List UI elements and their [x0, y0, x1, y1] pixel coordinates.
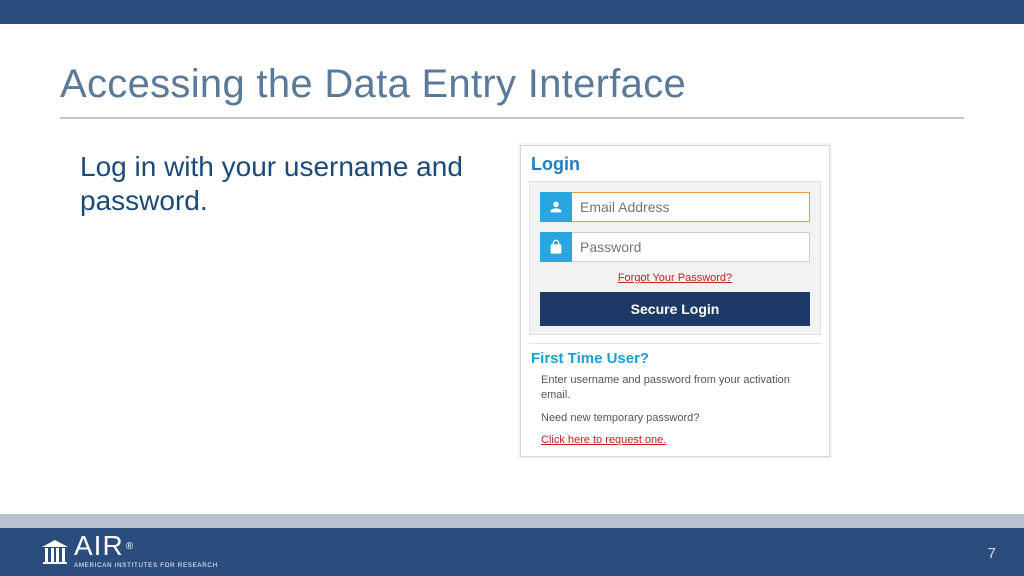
- request-password-link[interactable]: Click here to request one.: [541, 434, 666, 446]
- first-time-user-text-2: Need new temporary password?: [541, 411, 815, 426]
- login-heading: Login: [521, 146, 829, 181]
- registered-mark: ®: [126, 541, 133, 552]
- page-number: 7: [988, 545, 996, 562]
- first-time-user-text-1: Enter username and password from your ac…: [541, 373, 815, 403]
- user-icon: [540, 192, 572, 222]
- footer: AIR® AMERICAN INSTITUTES FOR RESEARCH 7: [0, 528, 1024, 576]
- forgot-password-link[interactable]: Forgot Your Password?: [618, 272, 732, 284]
- instruction-text: Log in with your username and password.: [80, 150, 480, 217]
- top-bar: [0, 0, 1024, 24]
- brand-tagline: AMERICAN INSTITUTES FOR RESEARCH: [74, 562, 218, 569]
- brand-logo: AIR® AMERICAN INSTITUTES FOR RESEARCH: [42, 535, 218, 569]
- password-input[interactable]: [572, 232, 810, 262]
- lock-icon: [540, 232, 572, 262]
- login-form: Forgot Your Password? Secure Login: [529, 181, 821, 335]
- secure-login-button[interactable]: Secure Login: [540, 292, 810, 326]
- brand-name: AIR: [74, 530, 124, 561]
- email-field-row: [540, 192, 810, 222]
- forgot-password-row: Forgot Your Password?: [540, 272, 810, 284]
- slide: Accessing the Data Entry Interface Log i…: [0, 0, 1024, 576]
- request-password-row: Click here to request one.: [541, 434, 815, 446]
- login-panel: Login Forgot Your Password? Secure Login…: [520, 145, 830, 457]
- building-icon: [42, 540, 68, 564]
- first-time-user-section: First Time User? Enter username and pass…: [529, 343, 821, 446]
- email-input[interactable]: [572, 192, 810, 222]
- brand-text: AIR® AMERICAN INSTITUTES FOR RESEARCH: [74, 535, 218, 569]
- footer-divider: [0, 514, 1024, 528]
- page-title: Accessing the Data Entry Interface: [60, 62, 964, 119]
- password-field-row: [540, 232, 810, 262]
- first-time-user-heading: First Time User?: [531, 350, 821, 367]
